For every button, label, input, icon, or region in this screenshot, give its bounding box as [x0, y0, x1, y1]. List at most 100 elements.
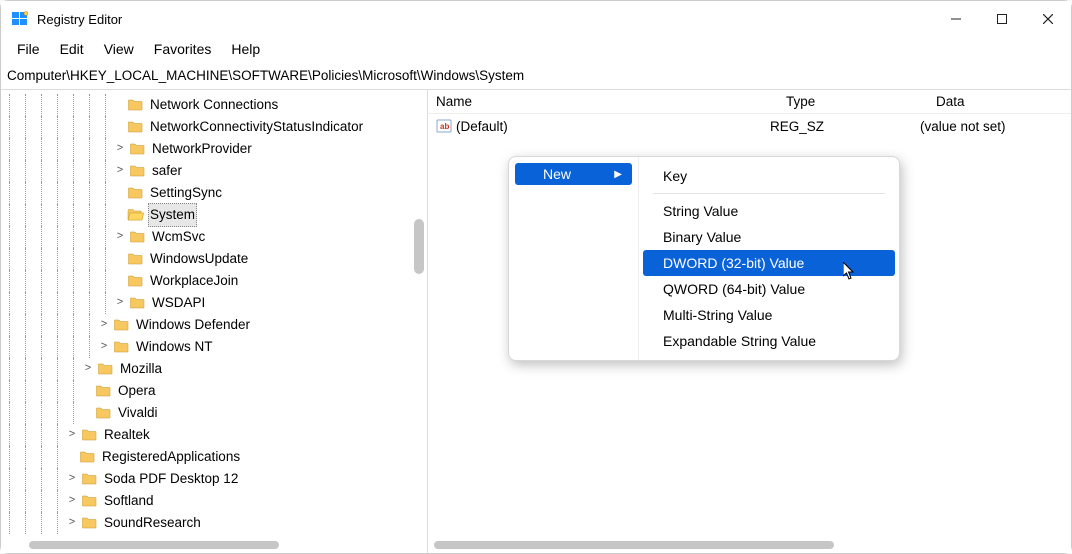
- context-sub-item[interactable]: Binary Value: [643, 224, 895, 250]
- tree-item-label: Soda PDF Desktop 12: [102, 468, 240, 490]
- tree-item[interactable]: ˃ Mozilla: [1, 358, 427, 380]
- tree-item[interactable]: Network Connections: [1, 94, 427, 116]
- context-sub-item[interactable]: DWORD (32-bit) Value: [643, 250, 895, 276]
- context-sub-item[interactable]: QWORD (64-bit) Value: [643, 276, 895, 302]
- tree-item[interactable]: ˃ WSDAPI: [1, 292, 427, 314]
- tree-item[interactable]: ˃SoundResearch: [1, 512, 427, 534]
- tree-item-label: System: [148, 203, 197, 227]
- menu-file[interactable]: File: [9, 39, 48, 59]
- tree-item[interactable]: NetworkConnectivityStatusIndicator: [1, 116, 427, 138]
- tree-item[interactable]: ˃safer: [1, 160, 427, 182]
- folder-icon: [127, 98, 144, 112]
- chevron-right-icon[interactable]: ˃: [113, 160, 127, 182]
- tree-item[interactable]: WorkplaceJoin: [1, 270, 427, 292]
- tree-item-label: NetworkProvider: [150, 138, 254, 160]
- folder-icon: [127, 120, 144, 134]
- value-type: REG_SZ: [762, 119, 912, 134]
- folder-icon: [79, 450, 96, 464]
- tree-item[interactable]: ˃Realtek: [1, 424, 427, 446]
- values-list[interactable]: ab (Default) REG_SZ(value not set): [428, 114, 1071, 138]
- tree-item-label: Opera: [116, 380, 158, 402]
- value-name: (Default): [456, 119, 508, 134]
- tree-item-label: WorkplaceJoin: [148, 270, 240, 292]
- tree-item-label: WcmSvc: [150, 226, 207, 248]
- folder-icon: [127, 252, 144, 266]
- menu-edit[interactable]: Edit: [52, 39, 92, 59]
- context-submenu-new: Key String ValueBinary ValueDWORD (32-bit…: [639, 157, 899, 360]
- tree-item[interactable]: SettingSync: [1, 182, 427, 204]
- chevron-right-icon[interactable]: ˃: [65, 424, 79, 446]
- values-header[interactable]: Name Type Data: [428, 90, 1071, 114]
- tree-item[interactable]: ˃ Windows NT: [1, 336, 427, 358]
- folder-icon: [129, 230, 146, 244]
- address-bar[interactable]: Computer\HKEY_LOCAL_MACHINE\SOFTWARE\Pol…: [1, 65, 1071, 90]
- folder-icon: [95, 384, 112, 398]
- folder-icon: [127, 186, 144, 200]
- context-menu[interactable]: New▶ Key String ValueBinary ValueDWORD (3…: [508, 156, 900, 361]
- context-item-new[interactable]: New▶: [515, 163, 632, 185]
- value-row[interactable]: ab (Default) REG_SZ(value not set): [428, 114, 1071, 138]
- tree-item-label: WSDAPI: [150, 292, 207, 314]
- close-button[interactable]: [1025, 1, 1071, 37]
- chevron-right-icon[interactable]: ˃: [97, 314, 111, 336]
- tree-item-label: Vivaldi: [116, 402, 160, 424]
- tree-item[interactable]: Vivaldi: [1, 402, 427, 424]
- folder-icon: [113, 318, 130, 332]
- titlebar: Registry Editor: [1, 1, 1071, 37]
- tree-item-label: RegisteredApplications: [100, 446, 242, 468]
- context-sub-item[interactable]: Key: [643, 163, 895, 189]
- column-data[interactable]: Data: [928, 94, 1071, 109]
- tree-panel: Network ConnectionsNetworkConnectivitySt…: [1, 90, 428, 553]
- registry-tree[interactable]: Network ConnectionsNetworkConnectivitySt…: [1, 94, 427, 534]
- context-sub-item[interactable]: Expandable String Value: [643, 328, 895, 354]
- tree-horizontal-scrollbar[interactable]: [29, 541, 279, 549]
- folder-icon: [127, 274, 144, 288]
- folder-icon: [95, 406, 112, 420]
- folder-icon: [113, 340, 130, 354]
- minimize-button[interactable]: [933, 1, 979, 37]
- chevron-right-icon[interactable]: ˃: [65, 490, 79, 512]
- tree-item[interactable]: WindowsUpdate: [1, 248, 427, 270]
- chevron-right-icon[interactable]: ˃: [97, 336, 111, 358]
- maximize-button[interactable]: [979, 1, 1025, 37]
- tree-item-label: SettingSync: [148, 182, 224, 204]
- app-icon: [11, 10, 29, 28]
- chevron-right-icon[interactable]: ˃: [113, 292, 127, 314]
- tree-item[interactable]: Opera: [1, 380, 427, 402]
- tree-item[interactable]: ˃ Softland: [1, 490, 427, 512]
- chevron-right-icon[interactable]: ˃: [81, 358, 95, 380]
- context-separator: [653, 193, 885, 194]
- menu-favorites[interactable]: Favorites: [146, 39, 220, 59]
- column-type[interactable]: Type: [778, 94, 928, 109]
- context-sub-item[interactable]: String Value: [643, 198, 895, 224]
- svg-text:ab: ab: [440, 122, 449, 131]
- tree-item-label: Mozilla: [118, 358, 164, 380]
- submenu-arrow-icon: ▶: [614, 169, 622, 180]
- folder-icon: [81, 516, 98, 530]
- list-horizontal-scrollbar[interactable]: [434, 541, 834, 549]
- value-data: (value not set): [912, 119, 1071, 134]
- folder-open-icon: [127, 208, 144, 222]
- tree-item[interactable]: ˃ WcmSvc: [1, 226, 427, 248]
- tree-item[interactable]: System: [1, 204, 427, 226]
- menu-view[interactable]: View: [96, 39, 142, 59]
- chevron-right-icon[interactable]: ˃: [65, 512, 79, 534]
- chevron-right-icon[interactable]: ˃: [65, 468, 79, 490]
- tree-item[interactable]: ˃ NetworkProvider: [1, 138, 427, 160]
- menu-help[interactable]: Help: [223, 39, 268, 59]
- column-name[interactable]: Name: [428, 94, 778, 109]
- tree-item-label: WindowsUpdate: [148, 248, 250, 270]
- chevron-right-icon[interactable]: ˃: [113, 226, 127, 248]
- chevron-right-icon[interactable]: ˃: [113, 138, 127, 160]
- tree-item[interactable]: ˃ Soda PDF Desktop 12: [1, 468, 427, 490]
- tree-item-label: Windows NT: [134, 336, 215, 358]
- context-sub-item[interactable]: Multi-String Value: [643, 302, 895, 328]
- tree-item-label: NetworkConnectivityStatusIndicator: [148, 116, 365, 138]
- tree-item-label: Windows Defender: [134, 314, 252, 336]
- tree-vertical-scrollbar[interactable]: [414, 219, 424, 274]
- tree-item-label: Softland: [102, 490, 156, 512]
- tree-item[interactable]: RegisteredApplications: [1, 446, 427, 468]
- folder-icon: [129, 164, 146, 178]
- tree-item[interactable]: ˃ Windows Defender: [1, 314, 427, 336]
- folder-icon: [129, 296, 146, 310]
